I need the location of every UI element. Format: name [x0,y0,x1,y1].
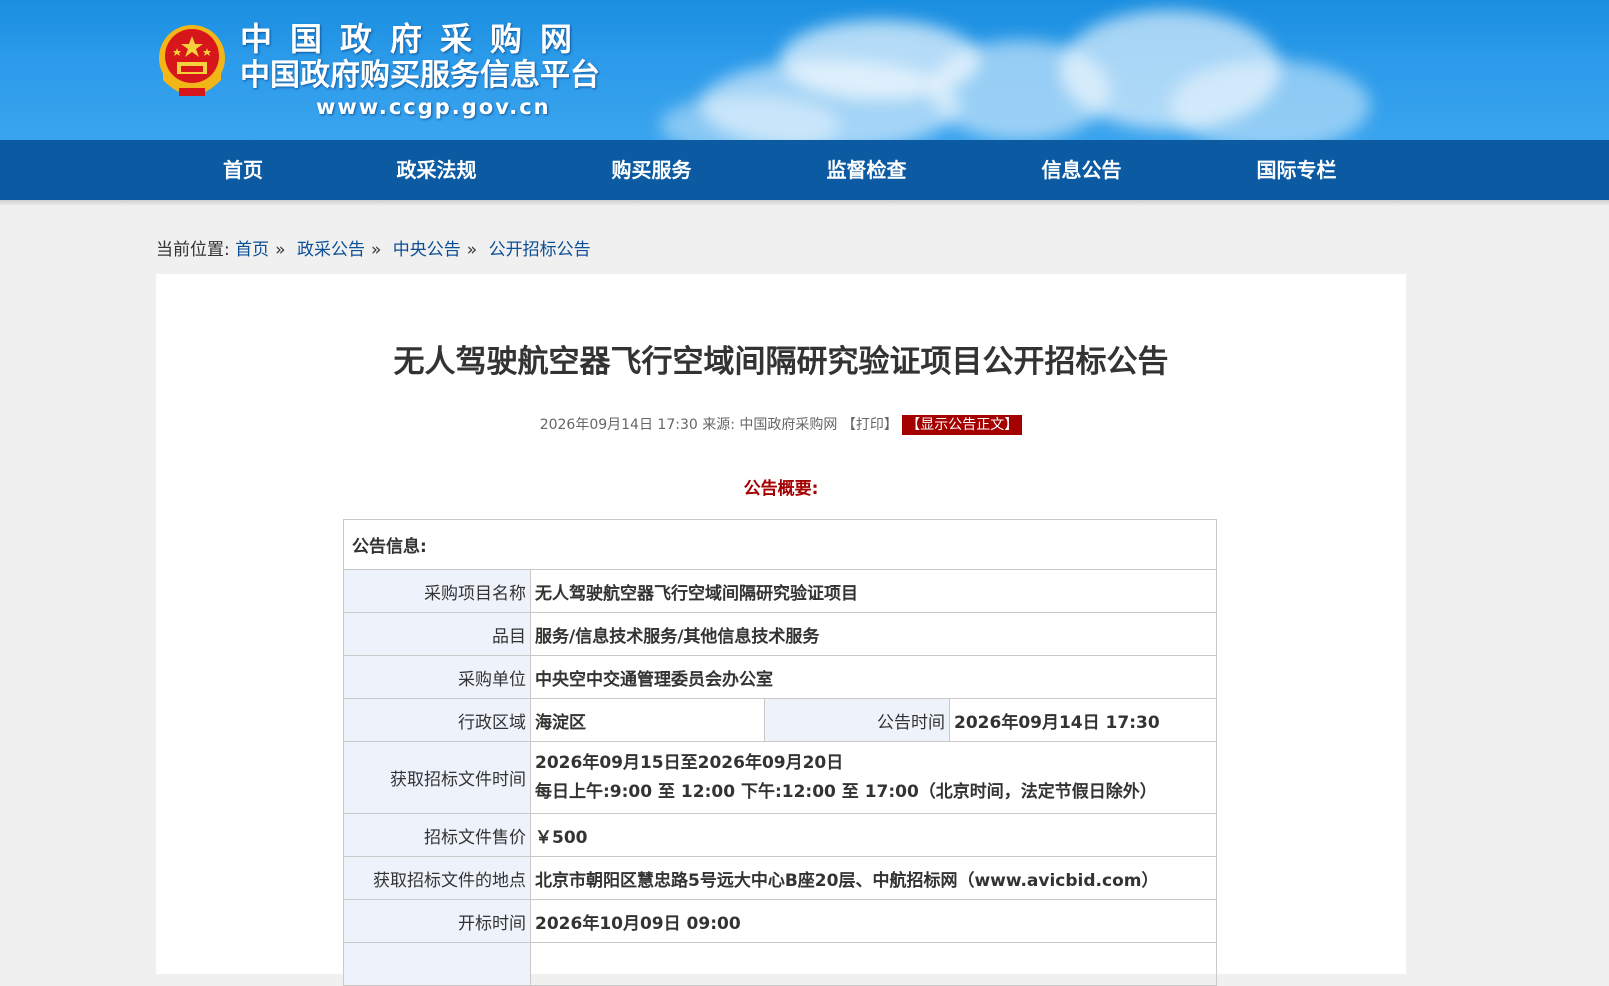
source-name: 中国政府采购网 [739,417,838,433]
header-banner: 中国政府采购网 中国政府购买服务信息平台 www.ccgp.gov.cn [0,0,1609,140]
doc-time-value: 2026年09月15日至2026年09月20日 每日上午:9:00 至 12:0… [530,741,1217,814]
breadcrumb-link-open-tender[interactable]: 公开招标公告 [489,240,591,260]
field-label: 采购项目名称 [343,569,531,613]
doc-price-value: ￥500 [530,813,1217,857]
table-row: 获取招标文件的地点 北京市朝阳区慧忠路5号远大中心B座20层、中航招标网（www… [343,856,1217,900]
category-value: 服务/信息技术服务/其他信息技术服务 [530,612,1217,656]
field-label [343,942,531,986]
nav-item-regulations[interactable]: 政采法规 [329,140,544,200]
site-subtitle: 中国政府购买服务信息平台 [240,58,600,93]
publish-datetime: 2026年09月14日 17:30 [539,417,698,433]
site-name: 中国政府采购网 [240,20,591,58]
site-logo[interactable]: 中国政府采购网 中国政府购买服务信息平台 www.ccgp.gov.cn [240,20,600,120]
source-label: 来源: [702,417,735,433]
field-label: 行政区域 [343,698,531,742]
table-row: 获取招标文件时间 2026年09月15日至2026年09月20日 每日上午:9:… [343,741,1217,814]
breadcrumb-separator: » [275,240,286,260]
article-container: 无人驾驶航空器飞行空域间隔研究验证项目公开招标公告 2026年09月14日 17… [156,274,1406,986]
field-label: 获取招标文件时间 [343,741,531,814]
main-nav: 首页 政采法规 购买服务 监督检查 信息公告 国际专栏 [0,140,1609,200]
nav-item-home[interactable]: 首页 [157,140,329,200]
table-row: 采购单位 中央空中交通管理委员会办公室 [343,655,1217,699]
nav-item-supervision[interactable]: 监督检查 [759,140,974,200]
breadcrumb-prefix: 当前位置: [156,240,230,260]
table-row: 招标文件售价 ￥500 [343,813,1217,857]
breadcrumb-separator: » [466,240,478,260]
table-row: 品目 服务/信息技术服务/其他信息技术服务 [343,612,1217,656]
table-header: 公告信息: [343,519,1217,570]
national-emblem-icon[interactable] [155,22,230,102]
field-label: 获取招标文件的地点 [343,856,531,900]
table-row: 采购项目名称 无人驾驶航空器飞行空域间隔研究验证项目 [343,569,1217,613]
purchaser-value: 中央空中交通管理委员会办公室 [530,655,1217,699]
breadcrumb-link-home[interactable]: 首页 [235,240,269,260]
breadcrumb-separator: » [370,240,382,260]
region-value: 海淀区 [530,698,765,742]
field-label: 品目 [343,612,531,656]
announcement-info-table: 公告信息: 采购项目名称 无人驾驶航空器飞行空域间隔研究验证项目 品目 服务/信… [343,519,1217,986]
table-row: 行政区域 海淀区 公告时间 2026年09月14日 17:30 [343,698,1217,742]
field-label: 公告时间 [764,698,950,742]
breadcrumb-link-central[interactable]: 中央公告 [393,240,461,260]
announce-time-value: 2026年09月14日 17:30 [949,698,1217,742]
table-cell [530,942,1217,986]
show-full-text-button[interactable]: 【显示公告正文】 [902,415,1023,435]
table-row: 开标时间 2026年10月09日 09:00 [343,899,1217,943]
field-label: 采购单位 [343,655,531,699]
site-url: www.ccgp.gov.cn [316,95,551,119]
summary-heading: 公告概要: [743,479,819,499]
page-title: 无人驾驶航空器飞行空域间隔研究验证项目公开招标公告 [393,344,1169,380]
doc-time-dates: 2026年09月15日至2026年09月20日 [535,752,844,773]
nav-item-international[interactable]: 国际专栏 [1189,140,1404,200]
article-meta: 2026年09月14日 17:30 来源: 中国政府采购网 【打印】 【显示公告… [156,414,1406,435]
opening-time-value: 2026年10月09日 09:00 [530,899,1217,943]
nav-item-announcements[interactable]: 信息公告 [974,140,1189,200]
breadcrumb-link-announcements[interactable]: 政采公告 [297,240,365,260]
table-row: 公告信息: [343,519,1217,570]
breadcrumb: 当前位置: 首页» 政采公告» 中央公告» 公开招标公告 [156,235,591,260]
field-label: 招标文件售价 [343,813,531,857]
doc-time-hours: 每日上午:9:00 至 12:00 下午:12:00 至 17:00（北京时间，… [535,781,1157,802]
nav-item-purchase-services[interactable]: 购买服务 [544,140,759,200]
cloud-decoration [1170,60,1370,140]
doc-location-value: 北京市朝阳区慧忠路5号远大中心B座20层、中航招标网（www.avicbid.c… [530,856,1217,900]
print-link[interactable]: 【打印】 [842,417,898,433]
field-label: 开标时间 [343,899,531,943]
nav-shadow [0,200,1609,206]
table-row [343,942,1217,986]
project-name-value: 无人驾驶航空器飞行空域间隔研究验证项目 [530,569,1217,613]
